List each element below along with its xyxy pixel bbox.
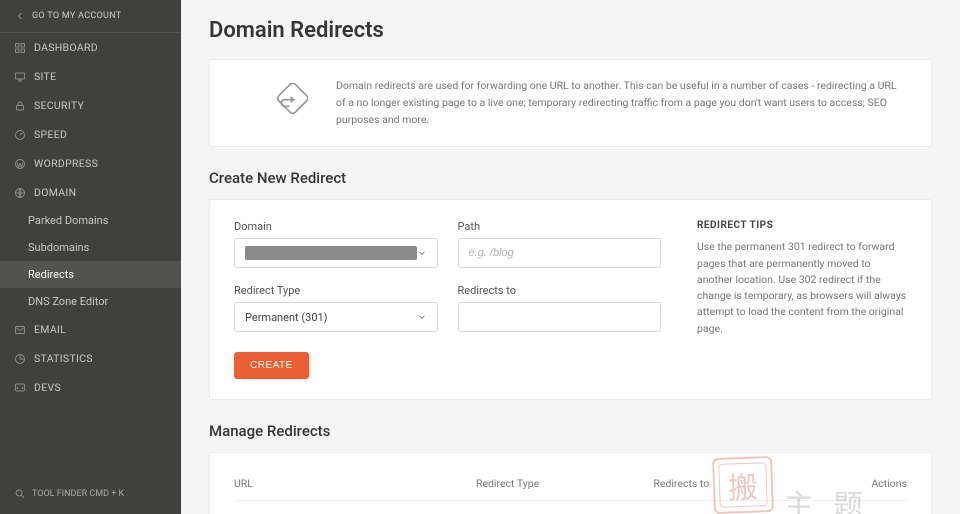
sidebar-item-label: SECURITY — [34, 99, 84, 112]
create-button[interactable]: CREATE — [234, 352, 309, 379]
domain-label: Domain — [234, 220, 438, 233]
table-header: URL Redirect Type Redirects to Actions — [234, 467, 907, 501]
devs-icon — [14, 382, 26, 394]
intro-text: Domain redirects are used for forwarding… — [336, 78, 901, 128]
sidebar-item-label: SPEED — [34, 128, 67, 141]
redirects-to-input[interactable] — [458, 302, 662, 332]
redirects-to-label: Redirects to — [458, 284, 662, 297]
manage-section-title: Manage Redirects — [209, 422, 932, 440]
subitem-dns-zone-editor[interactable]: DNS Zone Editor — [0, 288, 181, 315]
sidebar-item-label: DOMAIN — [34, 186, 76, 199]
create-section-title: Create New Redirect — [209, 169, 932, 187]
tool-finder[interactable]: TOOL FINDER CMD + K — [0, 474, 181, 514]
goto-account-label: GO TO MY ACCOUNT — [32, 11, 121, 21]
sidebar-item-label: DASHBOARD — [34, 41, 98, 54]
sidebar-items: DASHBOARD SITE SECURITY SPEED WORDPRESS — [0, 33, 181, 474]
gauge-icon — [14, 129, 26, 141]
sidebar-item-label: SITE — [34, 70, 56, 83]
globe-icon — [14, 187, 26, 199]
path-input[interactable] — [458, 238, 662, 268]
redirects-table: 主 题WWW.BANZHUTI.COM URL Redirect Type Re… — [209, 452, 932, 514]
sidebar-item-speed[interactable]: SPEED — [0, 120, 181, 149]
monitor-icon — [14, 71, 26, 83]
domain-sub-items: Parked Domains Subdomains Redirects DNS … — [0, 207, 181, 315]
path-label: Path — [458, 220, 662, 233]
header-actions: Actions — [847, 477, 907, 490]
redirect-type-value: Permanent (301) — [245, 311, 417, 324]
subitem-redirects[interactable]: Redirects — [0, 261, 181, 288]
chevron-down-icon — [417, 312, 427, 322]
domain-value — [245, 246, 417, 260]
chart-icon — [14, 353, 26, 365]
sidebar-item-wordpress[interactable]: WORDPRESS — [0, 149, 181, 178]
header-url: URL — [234, 477, 476, 490]
wordpress-icon — [14, 158, 26, 170]
redirect-icon — [268, 83, 308, 123]
mail-icon — [14, 324, 26, 336]
redirect-type-label: Redirect Type — [234, 284, 438, 297]
sidebar-item-site[interactable]: SITE — [0, 62, 181, 91]
sidebar-item-label: EMAIL — [34, 323, 66, 336]
sidebar-item-security[interactable]: SECURITY — [0, 91, 181, 120]
grid-icon — [14, 42, 26, 54]
sidebar-item-devs[interactable]: DEVS — [0, 373, 181, 402]
create-redirect-form: Domain Path Redirect Type — [209, 199, 932, 400]
header-to: Redirects to — [653, 477, 847, 490]
sidebar: GO TO MY ACCOUNT DASHBOARD SITE SECURITY… — [0, 0, 181, 514]
subitem-subdomains[interactable]: Subdomains — [0, 234, 181, 261]
lock-icon — [14, 100, 26, 112]
subitem-parked-domains[interactable]: Parked Domains — [0, 207, 181, 234]
sidebar-item-label: STATISTICS — [34, 352, 93, 365]
page-title: Domain Redirects — [209, 18, 932, 43]
chevron-down-icon — [417, 248, 427, 258]
sidebar-item-email[interactable]: EMAIL — [0, 315, 181, 344]
sidebar-item-label: WORDPRESS — [34, 157, 98, 170]
redirect-type-select[interactable]: Permanent (301) — [234, 302, 438, 332]
intro-card: Domain redirects are used for forwarding… — [209, 59, 932, 147]
sidebar-item-statistics[interactable]: STATISTICS — [0, 344, 181, 373]
search-icon — [14, 488, 26, 500]
header-type: Redirect Type — [476, 477, 653, 490]
sidebar-item-label: DEVS — [34, 381, 61, 394]
redirect-tips: REDIRECT TIPS Use the permanent 301 redi… — [697, 220, 907, 379]
main-content: Domain Redirects Domain redirects are us… — [181, 0, 960, 514]
arrow-left-icon — [14, 10, 26, 22]
tips-title: REDIRECT TIPS — [697, 220, 907, 231]
sidebar-item-dashboard[interactable]: DASHBOARD — [0, 33, 181, 62]
domain-select[interactable] — [234, 238, 438, 268]
sidebar-item-domain[interactable]: DOMAIN — [0, 178, 181, 207]
goto-account-link[interactable]: GO TO MY ACCOUNT — [0, 0, 181, 33]
table-row: Permanent (301) — [234, 501, 907, 514]
tips-text: Use the permanent 301 redirect to forwar… — [697, 239, 907, 337]
